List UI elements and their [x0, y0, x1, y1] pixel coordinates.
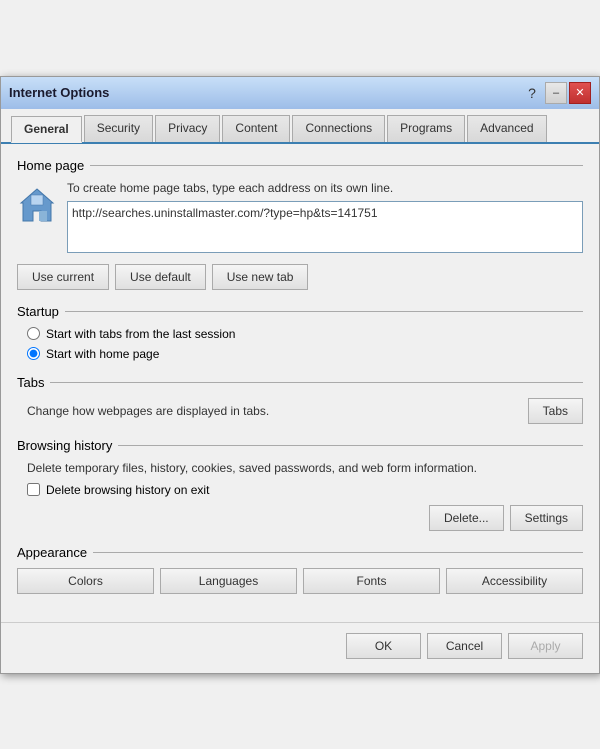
homepage-title: Home page — [17, 158, 90, 173]
browsing-history-header: Browsing history — [17, 438, 583, 453]
tab-content[interactable]: Content — [222, 115, 290, 142]
delete-on-exit-row[interactable]: Delete browsing history on exit — [17, 483, 583, 497]
tab-security[interactable]: Security — [84, 115, 153, 142]
home-icon — [17, 185, 57, 225]
title-bar-left: Internet Options — [9, 85, 109, 100]
homepage-buttons: Use current Use default Use new tab — [17, 264, 583, 290]
startup-option2[interactable]: Start with home page — [27, 347, 583, 361]
startup-radio-group: Start with tabs from the last session St… — [17, 327, 583, 361]
browsing-history-section: Browsing history Delete temporary files,… — [17, 438, 583, 531]
colors-button[interactable]: Colors — [17, 568, 154, 594]
homepage-divider — [90, 165, 583, 166]
tab-connections[interactable]: Connections — [292, 115, 385, 142]
homepage-desc: To create home page tabs, type each addr… — [67, 181, 583, 195]
tab-bar: General Security Privacy Content Connect… — [1, 109, 599, 144]
browsing-history-title: Browsing history — [17, 438, 118, 453]
tabs-divider — [50, 382, 583, 383]
startup-option1[interactable]: Start with tabs from the last session — [27, 327, 583, 341]
help-button[interactable]: ? — [521, 82, 543, 104]
tab-advanced[interactable]: Advanced — [467, 115, 546, 142]
use-default-button[interactable]: Use default — [115, 264, 206, 290]
tabs-button[interactable]: Tabs — [528, 398, 583, 424]
tab-programs[interactable]: Programs — [387, 115, 465, 142]
minimize-button[interactable]: – — [545, 82, 567, 104]
browsing-history-desc: Delete temporary files, history, cookies… — [17, 461, 583, 475]
homepage-url-input[interactable]: http://searches.uninstallmaster.com/?typ… — [67, 201, 583, 253]
close-button[interactable]: ✕ — [569, 82, 591, 104]
appearance-section: Appearance Colors Languages Fonts Access… — [17, 545, 583, 594]
startup-option2-label: Start with home page — [46, 347, 159, 361]
appearance-buttons: Colors Languages Fonts Accessibility — [17, 568, 583, 594]
homepage-header: Home page — [17, 158, 583, 173]
internet-options-window: Internet Options ? – ✕ General Security … — [0, 76, 600, 674]
startup-header: Startup — [17, 304, 583, 319]
accessibility-button[interactable]: Accessibility — [446, 568, 583, 594]
browsing-history-divider — [118, 445, 583, 446]
appearance-divider — [93, 552, 583, 553]
tab-general[interactable]: General — [11, 116, 82, 143]
startup-radio1[interactable] — [27, 327, 40, 340]
tabs-row: Change how webpages are displayed in tab… — [17, 398, 583, 424]
delete-on-exit-label: Delete browsing history on exit — [46, 483, 209, 497]
startup-title: Startup — [17, 304, 65, 319]
startup-radio2[interactable] — [27, 347, 40, 360]
home-right: To create home page tabs, type each addr… — [67, 181, 583, 256]
window-title: Internet Options — [9, 85, 109, 100]
use-current-button[interactable]: Use current — [17, 264, 109, 290]
startup-section: Startup Start with tabs from the last se… — [17, 304, 583, 361]
bottom-bar: OK Cancel Apply — [1, 622, 599, 673]
tab-privacy[interactable]: Privacy — [155, 115, 220, 142]
languages-button[interactable]: Languages — [160, 568, 297, 594]
delete-button[interactable]: Delete... — [429, 505, 504, 531]
startup-divider — [65, 311, 583, 312]
ok-button[interactable]: OK — [346, 633, 421, 659]
tabs-desc: Change how webpages are displayed in tab… — [27, 404, 269, 418]
fonts-button[interactable]: Fonts — [303, 568, 440, 594]
startup-option1-label: Start with tabs from the last session — [46, 327, 235, 341]
appearance-header: Appearance — [17, 545, 583, 560]
tabs-title: Tabs — [17, 375, 50, 390]
tabs-header: Tabs — [17, 375, 583, 390]
main-content: Home page To create home page tabs, type… — [1, 144, 599, 618]
title-bar-right: ? – ✕ — [521, 82, 591, 104]
cancel-button[interactable]: Cancel — [427, 633, 502, 659]
delete-on-exit-checkbox[interactable] — [27, 483, 40, 496]
homepage-inner: To create home page tabs, type each addr… — [17, 181, 583, 256]
apply-button[interactable]: Apply — [508, 633, 583, 659]
history-settings-button[interactable]: Settings — [510, 505, 583, 531]
use-new-tab-button[interactable]: Use new tab — [212, 264, 309, 290]
homepage-section: Home page To create home page tabs, type… — [17, 158, 583, 290]
appearance-title: Appearance — [17, 545, 93, 560]
title-bar: Internet Options ? – ✕ — [1, 77, 599, 109]
tabs-section: Tabs Change how webpages are displayed i… — [17, 375, 583, 424]
history-buttons: Delete... Settings — [17, 505, 583, 531]
